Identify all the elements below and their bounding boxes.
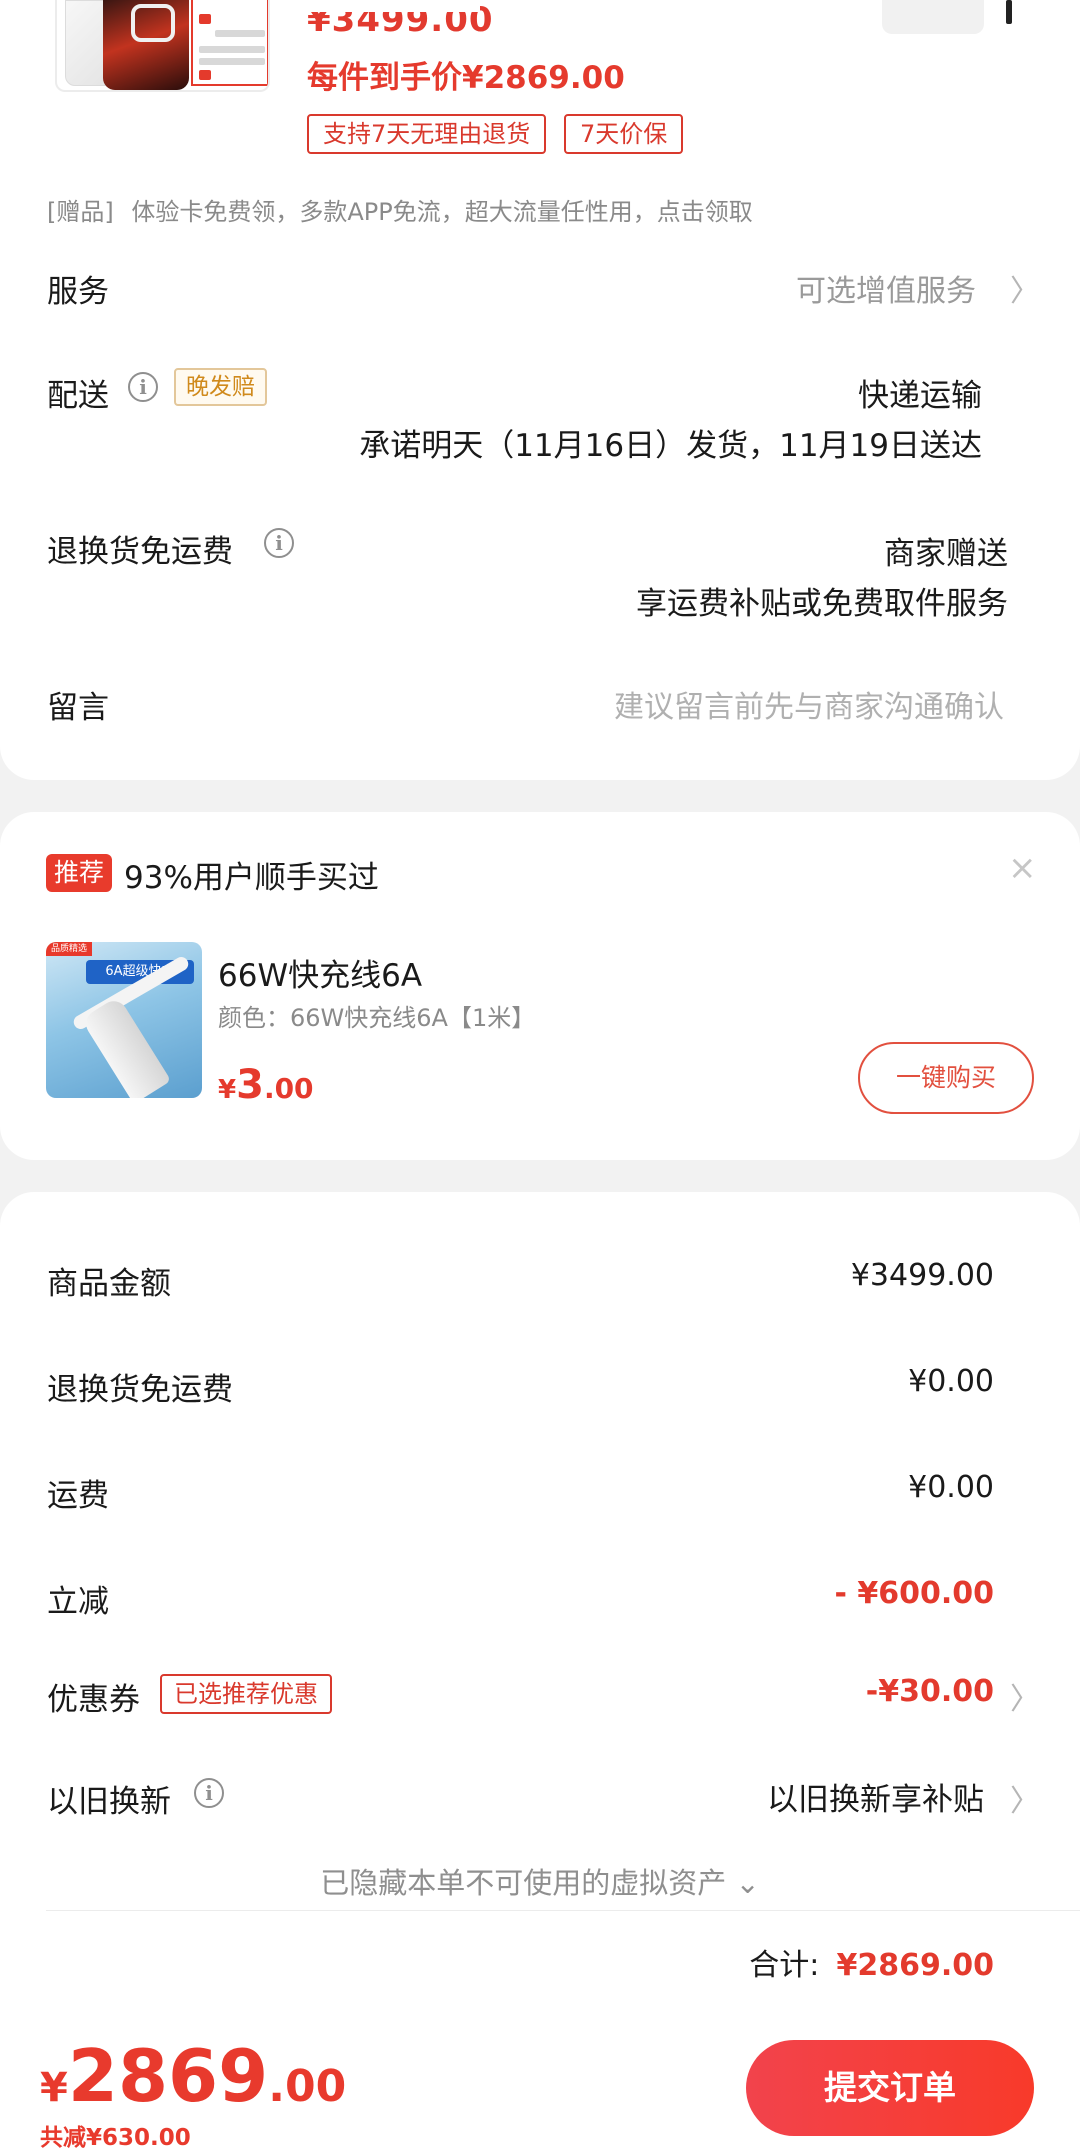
- message-input[interactable]: 建议留言前先与商家沟通确认: [614, 682, 1004, 726]
- return-shipping-fee-value: ¥0.00: [908, 1364, 994, 1399]
- final-price-line: 每件到手价¥2869.00: [307, 52, 625, 97]
- shipping-fee-label: 运费: [47, 1478, 109, 1514]
- instant-discount-label: 立减: [47, 1584, 109, 1620]
- goods-amount-label: 商品金额: [47, 1266, 171, 1302]
- coupon-label: 优惠券: [47, 1682, 140, 1718]
- total-row: 合计: ¥2869.00: [749, 1940, 994, 1984]
- recommend-item-name[interactable]: 66W快充线6A: [218, 950, 422, 995]
- coupon-value[interactable]: -¥30.00: [866, 1674, 994, 1709]
- return-shipping-service: 享运费补贴或免费取件服务: [636, 586, 1008, 622]
- promo-sticker: [191, 0, 268, 86]
- close-icon[interactable]: ×: [1008, 848, 1037, 888]
- plus-icon[interactable]: [1006, 0, 1012, 24]
- recommend-item-price: ¥3.00: [218, 1062, 314, 1108]
- submit-order-button[interactable]: 提交订单: [746, 2040, 1034, 2136]
- trade-in-value[interactable]: 以旧换新享补贴: [767, 1774, 984, 1819]
- price-integer: 3: [236, 1062, 264, 1108]
- price-detail-card: 商品金额 ¥3499.00 退换货免运费 ¥0.00 运费 ¥0.00 立减 -…: [0, 1192, 1080, 2032]
- cable-product-image[interactable]: 品质精选 6A超级快充: [46, 942, 202, 1098]
- shipping-fee-value: ¥0.00: [908, 1470, 994, 1505]
- delivery-label: 配送: [47, 378, 109, 414]
- coupon-selected-tag: 已选推荐优惠: [160, 1674, 332, 1714]
- total-label: 合计:: [749, 1948, 820, 1983]
- recommend-title: 93%用户顺手买过: [124, 860, 379, 896]
- info-icon[interactable]: i: [194, 1778, 224, 1808]
- delivery-method: 快递运输: [858, 378, 982, 414]
- payable-integer: 2869: [67, 2034, 269, 2118]
- final-price-value: ¥2869.00: [462, 60, 625, 96]
- delivery-eta: 承诺明天（11月16日）发货，11月19日送达: [359, 428, 982, 464]
- late-compensation-badge: 晚发赔: [174, 368, 267, 406]
- checkout-bar: ¥2869.00 共减¥630.00 提交订单: [0, 2030, 1080, 2154]
- payable-decimal: .00: [268, 2061, 347, 2112]
- order-options-card: ¥3499.00 每件到手价¥2869.00 支持7天无理由退货 7天价保 [赠…: [0, 0, 1080, 780]
- total-value: ¥2869.00: [836, 1948, 994, 1983]
- cable-connector-shape: [80, 995, 172, 1098]
- info-icon[interactable]: i: [128, 372, 158, 402]
- final-price-label: 每件到手价: [307, 60, 462, 96]
- price-currency: ¥: [218, 1075, 237, 1105]
- instant-discount-value: - ¥600.00: [834, 1576, 994, 1611]
- recommendation-card: 推荐 93%用户顺手买过 × 品质精选 6A超级快充 66W快充线6A 颜色：6…: [0, 812, 1080, 1160]
- price-decimal: .00: [263, 1072, 314, 1105]
- return-policy-tag: 支持7天无理由退货: [307, 114, 547, 154]
- divider: [46, 1910, 1080, 1911]
- return-shipping-label: 退换货免运费: [47, 534, 233, 570]
- message-label: 留言: [47, 690, 109, 726]
- info-icon[interactable]: i: [264, 528, 294, 558]
- phone-dark-image: [103, 0, 189, 90]
- total-saved: 共减¥630.00: [40, 2125, 191, 2151]
- return-shipping-gift: 商家赠送: [884, 536, 1008, 572]
- chevron-right-icon[interactable]: 〉: [1010, 266, 1040, 310]
- service-value[interactable]: 可选增值服务: [796, 266, 976, 310]
- trade-in-label: 以旧换新: [47, 1784, 171, 1820]
- product-thumbnail[interactable]: [55, 0, 270, 92]
- service-label: 服务: [47, 274, 109, 310]
- chevron-right-icon[interactable]: 〉: [1010, 1776, 1040, 1820]
- recommend-badge: 推荐: [46, 854, 113, 892]
- return-shipping-fee-label: 退换货免运费: [47, 1372, 233, 1408]
- chevron-right-icon[interactable]: 〉: [1010, 1674, 1040, 1718]
- gift-row[interactable]: [赠品] 体验卡免费领，多款APP免流，超大流量任性用，点击领取: [47, 192, 753, 227]
- scroll-clip: [300, 0, 480, 12]
- one-click-buy-button[interactable]: 一键购买: [858, 1042, 1034, 1114]
- hidden-assets-toggle[interactable]: 已隐藏本单不可使用的虚拟资产 ⌄: [0, 1860, 1080, 1902]
- payable-total: ¥2869.00: [40, 2034, 346, 2118]
- payable-currency: ¥: [40, 2065, 68, 2111]
- quantity-stepper[interactable]: [882, 0, 984, 34]
- gift-text: 体验卡免费领，多款APP免流，超大流量任性用，点击领取: [131, 198, 753, 226]
- goods-amount-value: ¥3499.00: [850, 1258, 994, 1293]
- recommend-item-spec: 颜色：66W快充线6A【1米】: [218, 1004, 536, 1032]
- price-protect-tag: 7天价保: [564, 114, 684, 154]
- gift-label: [赠品]: [47, 198, 114, 226]
- quality-tag: 品质精选: [46, 942, 92, 956]
